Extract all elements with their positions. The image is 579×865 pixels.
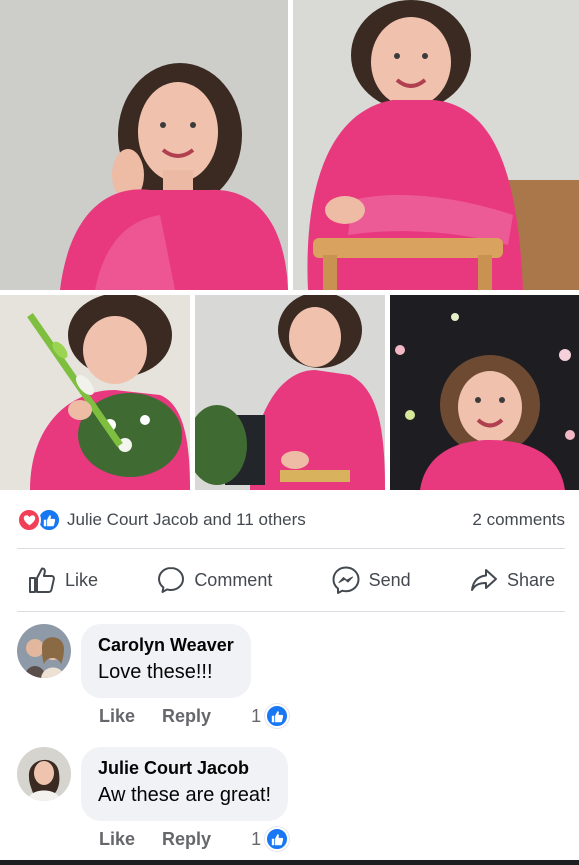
reactions-summary-bar: Julie Court Jacob and 11 others 2 commen… [17,505,565,535]
avatar[interactable] [17,747,71,801]
bottom-edge-bar [0,860,579,865]
photo-at-laptop[interactable] [195,295,385,490]
comment-bubble: Carolyn Weaver Love these!!! [81,624,251,698]
send-button-label: Send [368,569,411,590]
divider-top [17,548,565,549]
thumbs-up-icon [29,567,55,593]
like-reaction-icon [265,704,290,728]
like-button-label: Like [65,569,99,590]
comment-text: Aw these are great! [98,784,272,806]
divider-bottom [17,611,565,612]
comment-actions: Like Reply 1 [99,827,290,851]
comment-bubble-icon [158,567,185,593]
reaction-icons [17,508,63,532]
love-reaction-icon [17,508,41,532]
share-button-label: Share [506,569,555,590]
comment-author[interactable]: Carolyn Weaver [98,633,234,657]
comment-author[interactable]: Julie Court Jacob [98,756,271,780]
reactions-summary[interactable]: Julie Court Jacob and 11 others [17,508,306,532]
comment-like-link[interactable]: Like [99,829,135,850]
comment-text: Love these!!! [98,661,213,683]
comment-button-label: Comment [194,569,273,590]
comment-bubble: Julie Court Jacob Aw these are great! [81,747,289,821]
photo-holding-flowers[interactable] [0,295,190,490]
comment-reply-link[interactable]: Reply [162,829,211,850]
reactions-summary-text[interactable]: Julie Court Jacob and 11 others [67,510,306,530]
photo-dark-backdrop[interactable] [390,295,579,490]
share-arrow-icon [470,569,497,591]
post-action-bar: Like Comment Send Share [17,553,565,607]
avatar[interactable] [17,624,71,678]
like-reaction-icon [265,827,290,851]
photo-grid [0,0,579,490]
messenger-icon [332,566,360,594]
comment-like-count: 1 [251,828,262,849]
photo-portrait-on-chair[interactable] [293,0,579,290]
comment-actions: Like Reply 1 [99,704,290,728]
comment-like-link[interactable]: Like [99,706,135,727]
like-button[interactable]: Like [17,565,108,595]
comment-reply-link[interactable]: Reply [162,706,211,727]
comments-count[interactable]: 2 comments [472,510,565,530]
send-button[interactable]: Send [321,565,421,595]
photo-portrait-hand-in-hair[interactable] [0,0,288,290]
comment-button[interactable]: Comment [146,565,282,595]
comment-like-count: 1 [251,705,262,726]
share-button[interactable]: Share [459,565,565,595]
